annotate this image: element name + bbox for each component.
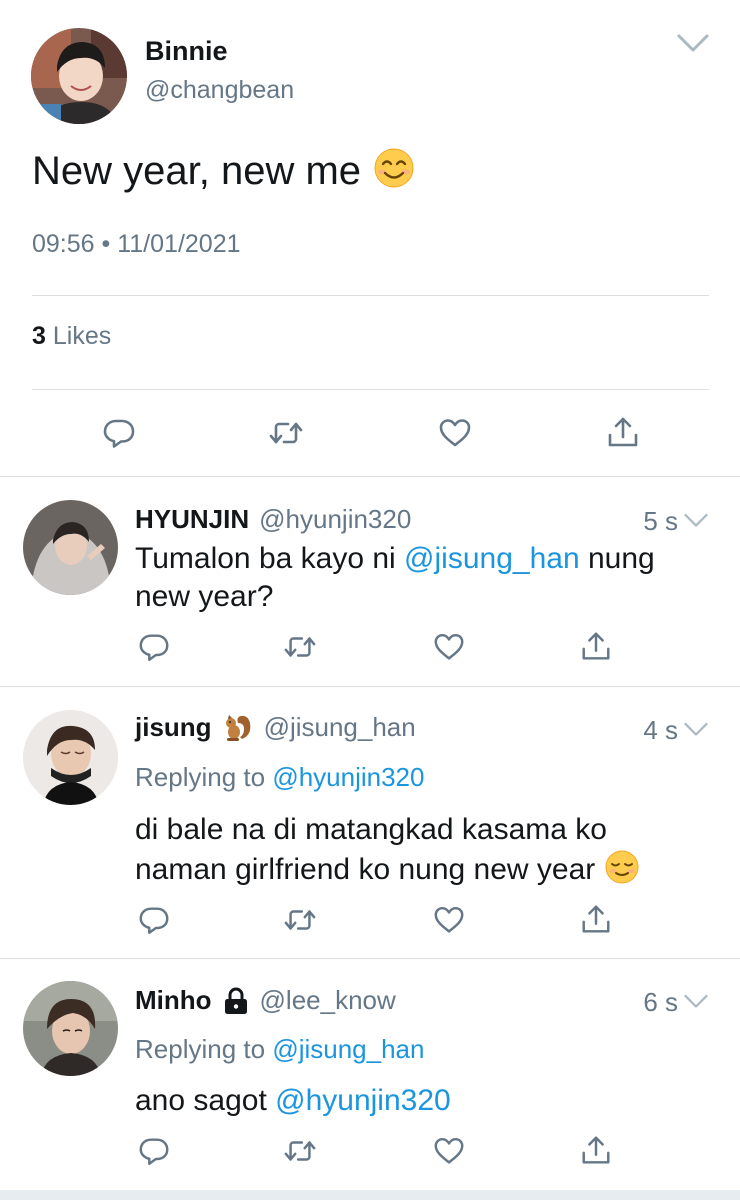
bottom-bar	[0, 1190, 740, 1200]
author-name[interactable]: jisung	[135, 712, 212, 743]
reply-text: Tumalon ba kayo ni @jisung_han nung new …	[135, 542, 655, 613]
mention-link[interactable]: @jisung_han	[272, 1034, 424, 1064]
avatar[interactable]	[31, 28, 127, 124]
reply-header: HYUNJIN @hyunjin320	[135, 504, 411, 535]
reply-header: Minho @lee_know	[135, 985, 396, 1016]
replying-to: Replying to @hyunjin320	[135, 762, 425, 792]
lock-icon	[222, 986, 250, 1016]
chevron-down-icon[interactable]	[683, 721, 709, 739]
avatar[interactable]	[23, 500, 118, 595]
author-handle[interactable]: @lee_know	[260, 985, 396, 1016]
chevron-down-icon[interactable]	[683, 512, 709, 530]
chevron-down-icon[interactable]	[683, 993, 709, 1011]
author-name[interactable]: Minho	[135, 985, 212, 1016]
retweet-icon[interactable]	[283, 630, 317, 664]
avatar[interactable]	[23, 710, 118, 805]
reply-tweet: HYUNJIN @hyunjin320 5 s Tumalon ba kayo …	[0, 478, 740, 687]
reply-text: ano sagot @hyunjin320	[135, 1084, 451, 1117]
share-icon[interactable]	[579, 1134, 613, 1168]
divider	[32, 295, 709, 296]
main-tweet: Binnie @changbean New year, new me 09:56…	[0, 0, 740, 477]
retweet-icon[interactable]	[283, 903, 317, 937]
author-handle[interactable]: @jisung_han	[264, 712, 416, 743]
mention-link[interactable]: @hyunjin320	[275, 1084, 451, 1117]
reply-icon[interactable]	[101, 415, 137, 451]
like-icon[interactable]	[437, 415, 473, 451]
reply-tweet: jisung @jisung_han 4 s Replying to @hyun…	[0, 687, 740, 959]
like-icon[interactable]	[432, 1134, 466, 1168]
replying-to: Replying to @jisung_han	[135, 1034, 425, 1064]
chevron-down-icon[interactable]	[676, 32, 710, 56]
smiling-face-icon	[372, 146, 416, 190]
share-icon[interactable]	[579, 630, 613, 664]
retweet-icon[interactable]	[283, 1134, 317, 1168]
reply-header: jisung @jisung_han	[135, 711, 416, 743]
author-handle[interactable]: @changbean	[145, 76, 294, 105]
reply-icon[interactable]	[137, 903, 171, 937]
reply-tweet: Minho @lee_know 6 s Replying to @jisung_…	[0, 959, 740, 1190]
retweet-icon[interactable]	[268, 415, 304, 451]
like-icon[interactable]	[432, 903, 466, 937]
likes-count[interactable]: 3 Likes	[32, 322, 111, 351]
like-icon[interactable]	[432, 630, 466, 664]
squirrel-icon	[222, 711, 254, 743]
tweet-timestamp: 09:56 • 11/01/2021	[32, 230, 241, 258]
relieved-face-icon	[604, 849, 640, 885]
share-icon[interactable]	[605, 415, 641, 451]
author-name[interactable]: HYUNJIN	[135, 504, 249, 535]
mention-link[interactable]: @hyunjin320	[272, 762, 424, 792]
share-icon[interactable]	[579, 903, 613, 937]
reply-time: 6 s	[643, 987, 678, 1017]
reply-time: 4 s	[643, 715, 678, 745]
mention-link[interactable]: @jisung_han	[404, 542, 580, 575]
tweet-text: New year, new me	[32, 146, 416, 195]
reply-text: di bale na di matangkad kasama ko naman …	[135, 811, 700, 889]
reply-icon[interactable]	[137, 1134, 171, 1168]
author-handle[interactable]: @hyunjin320	[259, 504, 411, 535]
author-name[interactable]: Binnie	[145, 36, 228, 67]
avatar[interactable]	[23, 981, 118, 1076]
reply-icon[interactable]	[137, 630, 171, 664]
reply-time: 5 s	[643, 506, 678, 536]
divider	[32, 389, 709, 390]
